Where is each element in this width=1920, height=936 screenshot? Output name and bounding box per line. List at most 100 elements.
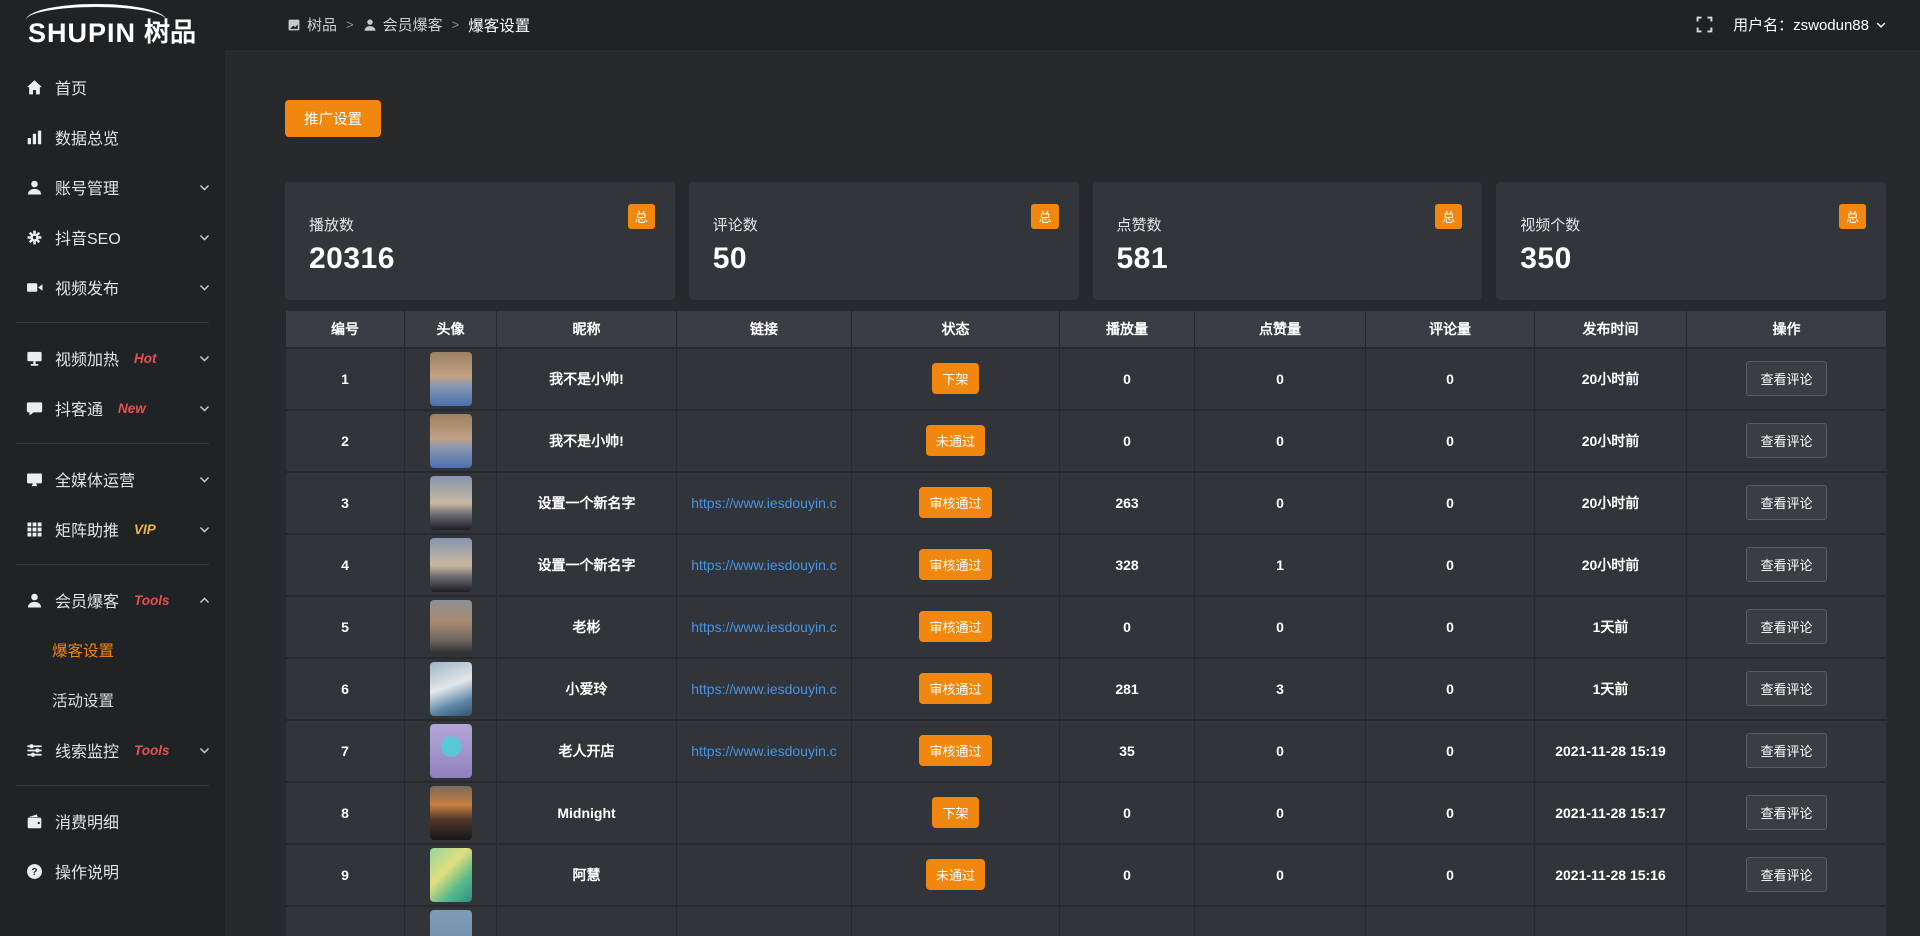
- chevron-up-icon: [198, 594, 211, 607]
- topbar-right: 用户名：zswodun88: [1696, 14, 1887, 35]
- view-comments-button[interactable]: 查看评论: [1746, 795, 1826, 830]
- plays-cell: 0: [1060, 844, 1195, 906]
- status-cell: 审核通过: [852, 658, 1060, 720]
- avatar: [430, 724, 472, 778]
- table-row: [286, 906, 1887, 936]
- sidebar-subitem[interactable]: 爆客设置: [0, 625, 225, 675]
- nickname-cell: 小爱玲: [497, 658, 677, 720]
- sidebar-item[interactable]: 视频发布: [0, 262, 225, 312]
- sidebar-item[interactable]: 线索监控Tools: [0, 725, 225, 775]
- row-number-cell: 1: [286, 348, 405, 410]
- plays-cell: 328: [1060, 534, 1195, 596]
- stat-card: 评论数50总: [689, 182, 1079, 300]
- video-link[interactable]: https://www.iesdouyin.c: [691, 495, 837, 511]
- chevron-down-icon: [198, 352, 211, 365]
- video-link[interactable]: https://www.iesdouyin.c: [691, 681, 837, 697]
- row-number-cell: 2: [286, 410, 405, 472]
- nickname-cell: 阿慧: [497, 844, 677, 906]
- column-header: 头像: [405, 311, 497, 348]
- view-comments-button[interactable]: 查看评论: [1746, 485, 1826, 520]
- chevron-down-icon: [198, 744, 211, 757]
- status-badge: 审核通过: [919, 673, 991, 704]
- sidebar-item[interactable]: 抖客通New: [0, 383, 225, 433]
- view-comments-button[interactable]: 查看评论: [1746, 609, 1826, 644]
- view-comments-button[interactable]: 查看评论: [1746, 671, 1826, 706]
- user-menu[interactable]: 用户名：zswodun88: [1733, 14, 1887, 35]
- row-number-cell: 3: [286, 472, 405, 534]
- view-comments-button[interactable]: 查看评论: [1746, 733, 1826, 768]
- chevron-down-icon: [198, 181, 211, 194]
- sidebar-item[interactable]: 账号管理: [0, 162, 225, 212]
- breadcrumb-item-member[interactable]: 会员爆客: [363, 14, 443, 35]
- chevron-down-icon: [198, 473, 211, 486]
- video-link[interactable]: https://www.iesdouyin.c: [691, 743, 837, 759]
- monitor-icon: [26, 471, 43, 488]
- sidebar-item[interactable]: 矩阵助推VIP: [0, 504, 225, 554]
- likes-cell: 0: [1195, 782, 1366, 844]
- sidebar-item[interactable]: 操作说明: [0, 846, 225, 896]
- sidebar-subitem[interactable]: 活动设置: [0, 675, 225, 725]
- publish-time-cell: 2021-11-28 15:19: [1535, 720, 1687, 782]
- table-row: 1我不是小帅!下架00020小时前查看评论: [286, 348, 1887, 410]
- sidebar-item-tag: VIP: [134, 522, 156, 537]
- comments-cell: [1366, 906, 1535, 936]
- nickname-cell: 老人开店: [497, 720, 677, 782]
- status-cell: 下架: [852, 348, 1060, 410]
- fullscreen-icon[interactable]: [1696, 16, 1713, 33]
- stat-label: 播放数: [309, 214, 651, 235]
- sidebar-item-label: 抖客通: [55, 396, 103, 420]
- status-badge: 审核通过: [919, 487, 991, 518]
- publish-time-cell: 20小时前: [1535, 410, 1687, 472]
- nickname-cell: 设置一个新名字: [497, 472, 677, 534]
- sidebar-item-label: 视频发布: [55, 275, 119, 299]
- sidebar-item[interactable]: 全媒体运营: [0, 454, 225, 504]
- likes-cell: 0: [1195, 596, 1366, 658]
- action-cell: 查看评论: [1687, 844, 1887, 906]
- nickname-cell: [497, 906, 677, 936]
- column-header: 发布时间: [1535, 311, 1687, 348]
- sidebar-divider: [16, 564, 209, 565]
- member-icon: [26, 592, 43, 609]
- likes-cell: 1: [1195, 534, 1366, 596]
- dashboard-icon: [287, 18, 301, 32]
- avatar-cell: [405, 720, 497, 782]
- view-comments-button[interactable]: 查看评论: [1746, 423, 1826, 458]
- video-link[interactable]: https://www.iesdouyin.c: [691, 557, 837, 573]
- breadcrumb-label: 会员爆客: [383, 14, 443, 35]
- table-row: 8Midnight下架0002021-11-28 15:17查看评论: [286, 782, 1887, 844]
- view-comments-button[interactable]: 查看评论: [1746, 857, 1826, 892]
- stat-label: 点赞数: [1117, 214, 1459, 235]
- sidebar-item-label: 抖音SEO: [55, 225, 121, 249]
- logo-latin-text: SHUPIN: [28, 18, 136, 49]
- sidebar-item[interactable]: 首页: [0, 62, 225, 112]
- row-number-cell: 8: [286, 782, 405, 844]
- sidebar-item[interactable]: 抖音SEO: [0, 212, 225, 262]
- plays-cell: 0: [1060, 596, 1195, 658]
- video-link[interactable]: https://www.iesdouyin.c: [691, 619, 837, 635]
- avatar: [430, 538, 472, 592]
- avatar-cell: [405, 782, 497, 844]
- comments-cell: 0: [1366, 348, 1535, 410]
- sidebar-item[interactable]: 视频加热Hot: [0, 333, 225, 383]
- sidebar-item[interactable]: 消费明细: [0, 796, 225, 846]
- person-icon: [363, 18, 377, 32]
- sidebar-item[interactable]: 数据总览: [0, 112, 225, 162]
- likes-cell: 0: [1195, 844, 1366, 906]
- avatar-cell: [405, 906, 497, 936]
- plays-cell: 0: [1060, 410, 1195, 472]
- link-cell: [677, 782, 852, 844]
- view-comments-button[interactable]: 查看评论: [1746, 547, 1826, 582]
- table-row: 4设置一个新名字https://www.iesdouyin.c审核通过32810…: [286, 534, 1887, 596]
- link-cell: https://www.iesdouyin.c: [677, 658, 852, 720]
- likes-cell: 0: [1195, 472, 1366, 534]
- sidebar-menu: 首页数据总览账号管理抖音SEO 视频发布视频加热Hot抖客通New 全媒体运营矩阵助…: [0, 55, 225, 896]
- breadcrumb-item-home[interactable]: 树品: [287, 14, 337, 35]
- publish-time-cell: 20小时前: [1535, 534, 1687, 596]
- status-cell: 下架: [852, 782, 1060, 844]
- view-comments-button[interactable]: 查看评论: [1746, 361, 1826, 396]
- stat-label: 视频个数: [1520, 214, 1862, 235]
- main-content: 推广设置 播放数20316总评论数50总点赞数581总视频个数350总 编号头像…: [225, 50, 1920, 936]
- screen-icon: [26, 350, 43, 367]
- promotion-settings-button[interactable]: 推广设置: [285, 100, 381, 137]
- sidebar-item[interactable]: 会员爆客Tools: [0, 575, 225, 625]
